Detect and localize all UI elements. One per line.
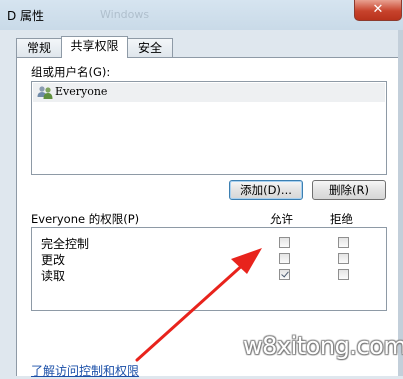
access-control-help-link[interactable]: 了解访问控制和权限 (31, 362, 139, 379)
permission-name: 读取 (41, 269, 66, 283)
allow-column-header: 允许 (270, 212, 293, 226)
user-name: Everyone (55, 85, 108, 98)
window-title: D 属性 (7, 9, 45, 23)
watermark-text: w8xitong.com (243, 332, 403, 360)
deny-checkbox-change[interactable] (338, 253, 349, 264)
tab-general[interactable]: 常规 (16, 38, 62, 57)
users-icon (37, 86, 53, 99)
close-button[interactable]: ✕ (354, 0, 402, 21)
deny-checkbox-full-control[interactable] (338, 237, 349, 248)
allow-checkbox-change[interactable] (279, 253, 290, 264)
group-users-label: 组或用户名(G): (31, 65, 111, 79)
title-bar: D 属性 Windows ✕ (0, 0, 403, 30)
permissions-header: Everyone 的权限(P) (31, 212, 140, 226)
window-edge (398, 30, 403, 376)
table-row: 更改 (32, 250, 386, 267)
tab-sharing-permissions[interactable]: 共享权限 (61, 36, 128, 58)
list-item[interactable]: Everyone (33, 83, 385, 102)
add-button[interactable]: 添加(D)... (229, 180, 303, 200)
permissions-list: 完全控制 更改 读取 (31, 227, 387, 311)
users-list[interactable]: Everyone (31, 81, 387, 175)
remove-button[interactable]: 删除(R) (312, 180, 386, 200)
deny-checkbox-read[interactable] (338, 269, 349, 280)
table-row: 读取 (32, 266, 386, 283)
allow-checkbox-full-control[interactable] (279, 237, 290, 248)
deny-column-header: 拒绝 (330, 212, 353, 226)
allow-checkbox-read[interactable] (279, 269, 290, 280)
tab-security[interactable]: 安全 (127, 38, 173, 57)
table-row: 完全控制 (32, 234, 386, 251)
window-title-ghost: Windows (100, 8, 150, 21)
